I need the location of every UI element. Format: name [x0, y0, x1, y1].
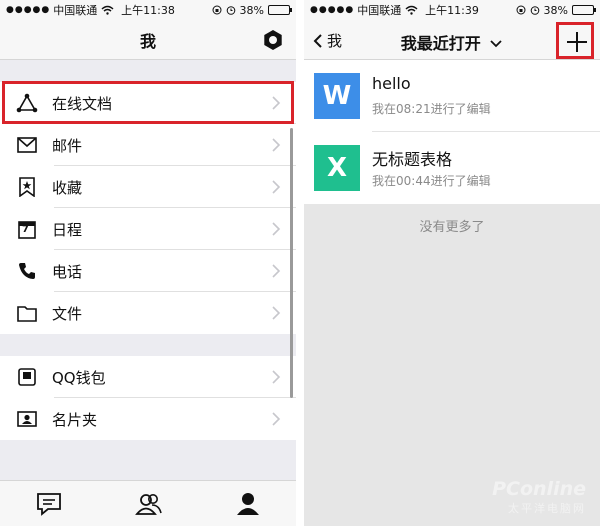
menu-item-qq-wallet[interactable]: QQ钱包	[0, 356, 296, 398]
wifi-icon	[405, 5, 418, 15]
signal-icon: ●●●●●	[310, 5, 355, 15]
list-item-doc-untitled-sheet[interactable]: X 无标题表格 我在00:44进行了编辑	[304, 132, 600, 204]
chevron-right-icon	[272, 264, 281, 278]
triangle-nodes-icon	[16, 92, 38, 114]
doc-title: hello	[372, 74, 411, 93]
profile-screen: ●●●●● 中国联通 上午11:38 38% 我 在线文档 邮件 收藏 7 日程…	[0, 0, 296, 526]
bookmark-star-icon	[16, 176, 38, 198]
alarm-icon	[530, 6, 539, 15]
chevron-right-icon	[272, 306, 281, 320]
page-title: 我最近打开	[400, 34, 481, 53]
menu-item-label: 在线文档	[52, 94, 113, 113]
tab-bar	[0, 480, 296, 526]
menu-item-schedule[interactable]: 7 日程	[0, 208, 296, 250]
menu-item-label: 电话	[52, 262, 83, 281]
folder-icon	[16, 302, 38, 324]
doc-edit-time: 我在00:44进行了编辑	[372, 174, 491, 188]
menu-item-online-docs[interactable]: 在线文档	[0, 82, 296, 124]
doc-edit-time: 我在08:21进行了编辑	[372, 102, 491, 116]
nav-bar: 我	[0, 20, 296, 60]
sheet-doc-icon: X	[314, 145, 360, 191]
page-title: 我	[139, 31, 156, 51]
signal-icon: ●●●●●	[6, 5, 51, 15]
page-title-dropdown[interactable]: 我最近打开	[304, 30, 600, 54]
plus-icon	[567, 32, 587, 52]
recent-doc-list: W hello 我在08:21进行了编辑 X 无标题表格 我在00:44进行了编…	[304, 60, 600, 204]
no-more-label: 没有更多了	[419, 220, 485, 235]
watermark-brand: PConline	[492, 478, 586, 500]
watermark-subtitle: 太平洋电脑网	[508, 502, 586, 515]
settings-icon[interactable]	[262, 29, 284, 51]
menu-item-label: 收藏	[52, 178, 83, 197]
alarm-icon	[226, 6, 235, 15]
chevron-right-icon	[272, 180, 281, 194]
wifi-icon	[101, 5, 114, 15]
contact-card-icon	[16, 408, 38, 430]
battery-percent: 38%	[239, 3, 264, 17]
chevron-right-icon	[272, 222, 281, 236]
menu-item-files[interactable]: 文件	[0, 292, 296, 334]
menu-item-card-holder[interactable]: 名片夹	[0, 398, 296, 440]
chevron-right-icon	[272, 96, 281, 110]
status-bar: ●●●●● 中国联通 上午11:39 38%	[304, 0, 600, 20]
menu-group-main: 在线文档 邮件 收藏 7 日程 电话 文件	[0, 82, 296, 334]
panel-divider	[296, 0, 304, 526]
list-item-doc-hello[interactable]: W hello 我在08:21进行了编辑	[304, 60, 600, 132]
calendar-icon: 7	[16, 218, 38, 240]
doc-badge: W	[322, 81, 352, 111]
chevron-right-icon	[272, 138, 281, 152]
add-button[interactable]	[562, 27, 592, 57]
lock-rotation-icon	[212, 5, 222, 15]
wallet-icon	[16, 366, 38, 388]
status-bar: ●●●●● 中国联通 上午11:38 38%	[0, 0, 296, 20]
menu-item-favorites[interactable]: 收藏	[0, 166, 296, 208]
battery-percent: 38%	[543, 3, 568, 17]
battery-icon	[268, 5, 292, 15]
menu-item-label: QQ钱包	[52, 368, 106, 387]
profile-icon[interactable]	[236, 492, 260, 516]
menu-item-label: 邮件	[52, 136, 83, 155]
menu-item-label: 文件	[52, 304, 83, 323]
recent-docs-screen: ●●●●● 中国联通 上午11:39 38% 我 我最近打开 W hello 我…	[304, 0, 600, 526]
chat-icon[interactable]	[36, 492, 62, 516]
carrier-label: 中国联通	[357, 4, 402, 17]
watermark-logo: PConline 太平洋电脑网	[466, 478, 586, 516]
menu-item-label: 名片夹	[52, 410, 98, 429]
menu-item-mail[interactable]: 邮件	[0, 124, 296, 166]
calendar-day: 7	[22, 224, 29, 235]
menu-group-secondary: QQ钱包 名片夹	[0, 356, 296, 440]
nav-bar: 我 我最近打开	[304, 20, 600, 60]
doc-badge: X	[326, 153, 348, 183]
battery-icon	[572, 5, 596, 15]
lock-rotation-icon	[516, 5, 526, 15]
contacts-icon[interactable]	[135, 492, 163, 516]
carrier-label: 中国联通	[53, 4, 98, 17]
menu-item-label: 日程	[52, 220, 83, 239]
doc-title: 无标题表格	[372, 150, 453, 169]
chevron-right-icon	[272, 412, 281, 426]
mail-icon	[16, 134, 38, 156]
scrollbar[interactable]	[290, 128, 293, 398]
chevron-down-icon	[490, 40, 502, 48]
menu-item-phone[interactable]: 电话	[0, 250, 296, 292]
chevron-right-icon	[272, 370, 281, 384]
word-doc-icon: W	[314, 73, 360, 119]
phone-icon	[16, 260, 38, 282]
